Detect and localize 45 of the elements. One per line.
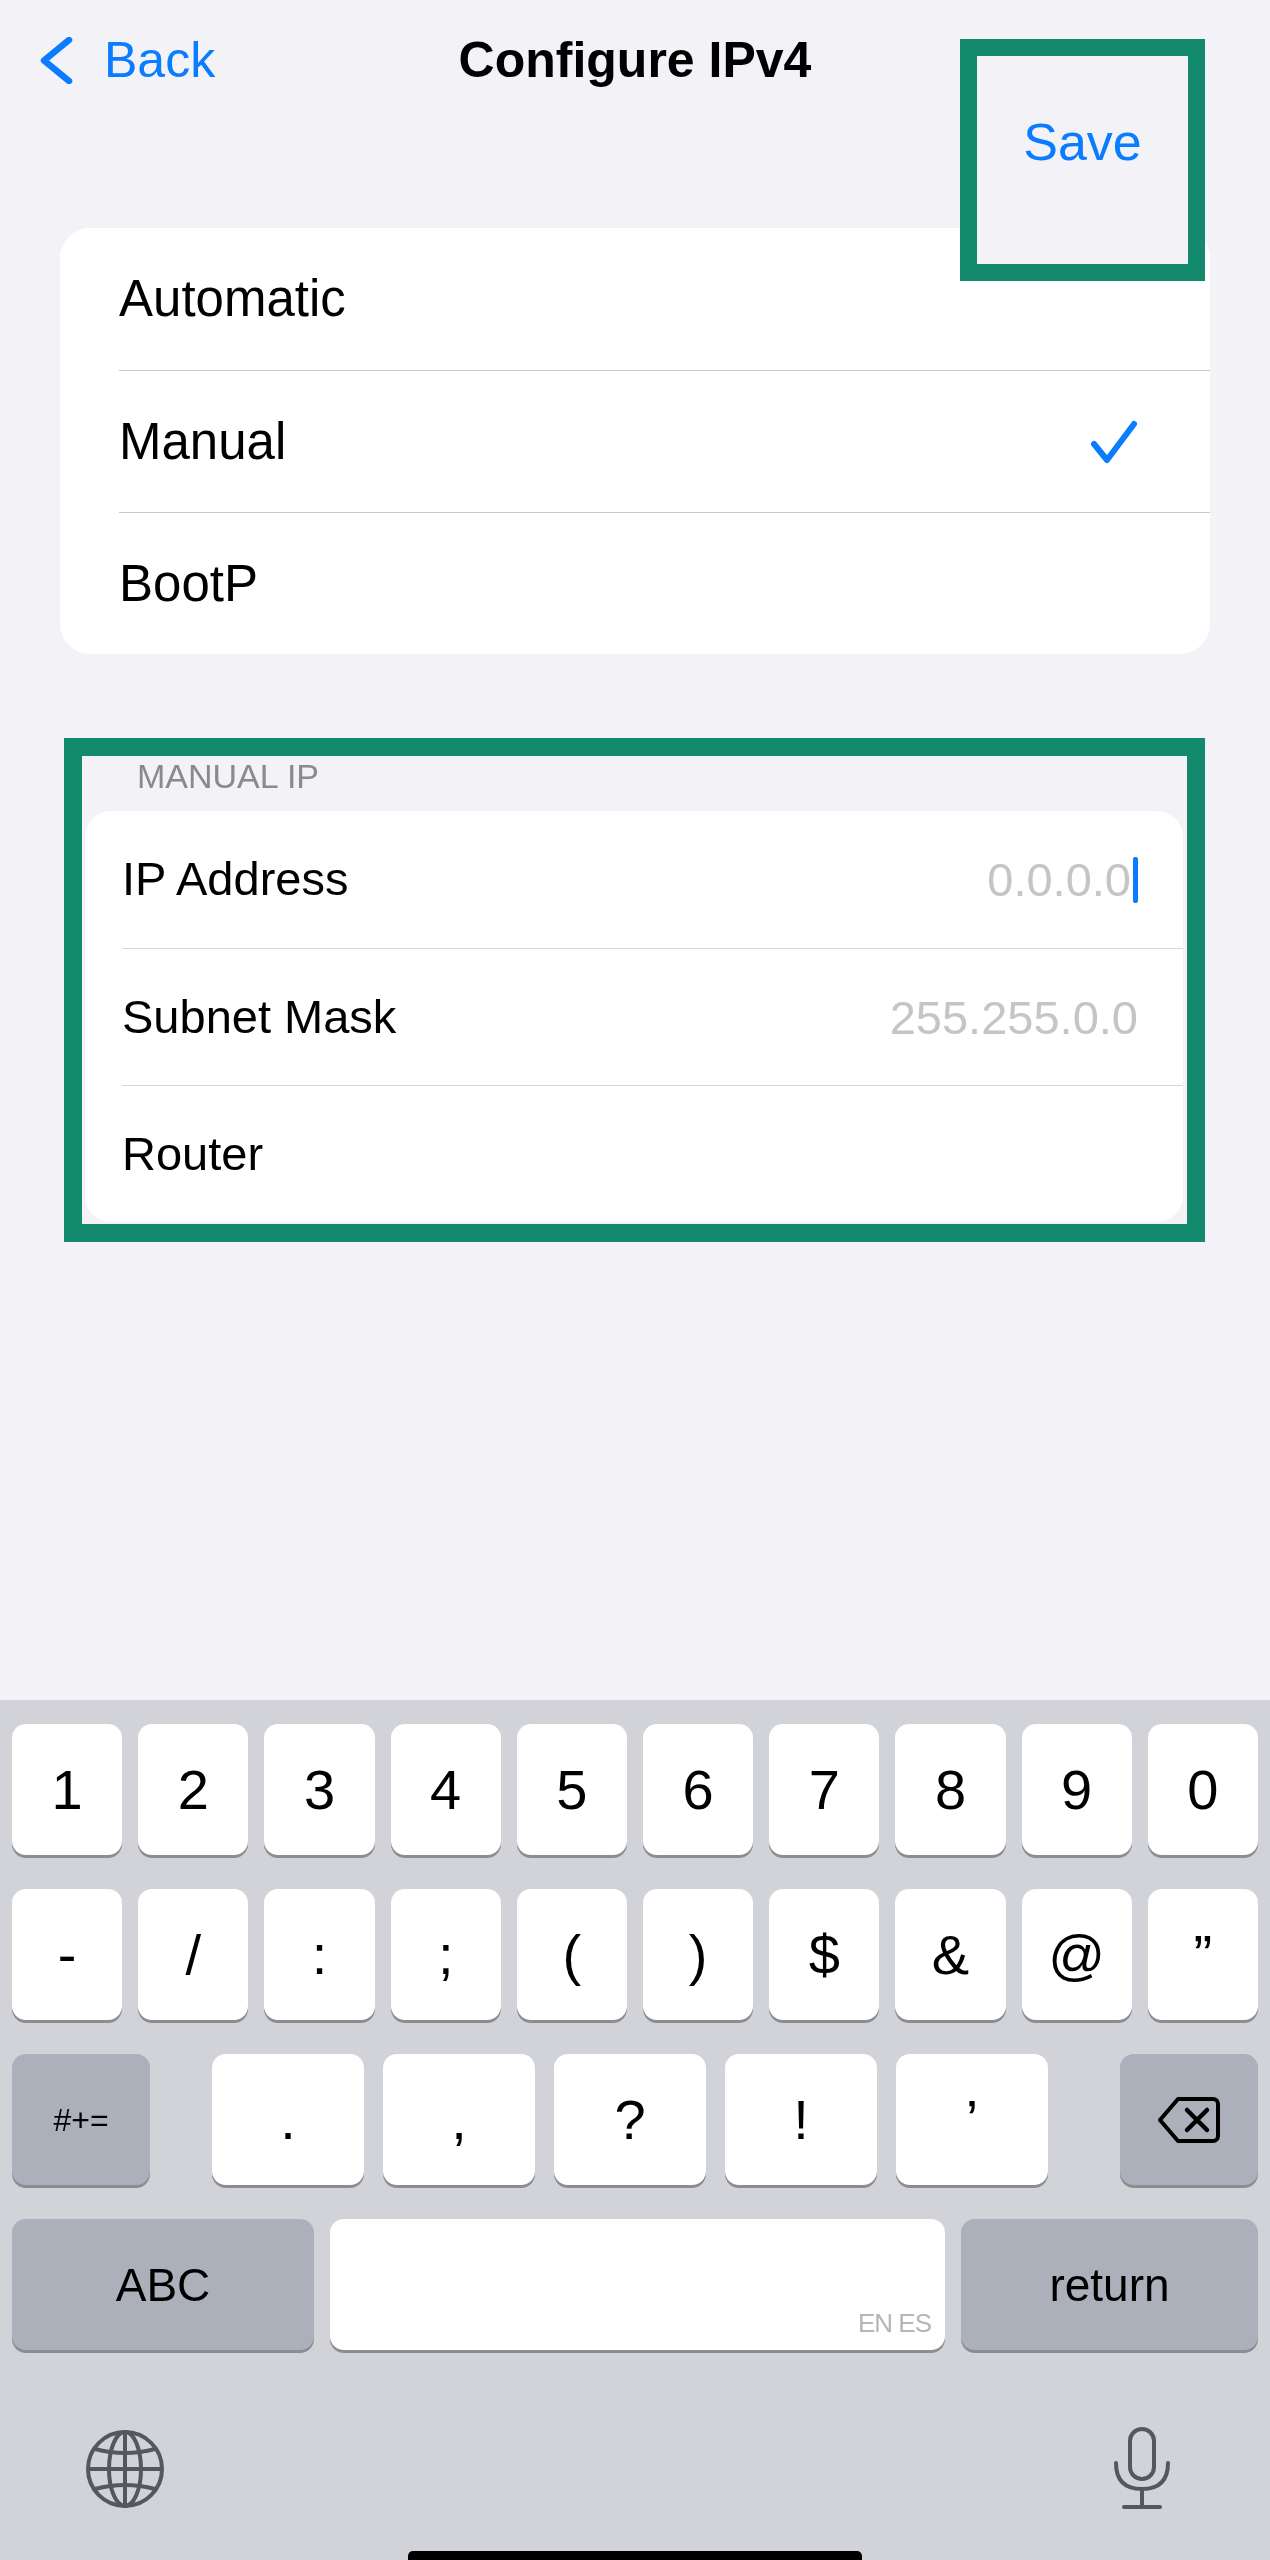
keyboard-key[interactable]: ? — [554, 2054, 706, 2185]
abc-key[interactable]: ABC — [12, 2219, 314, 2350]
keyboard-key[interactable]: ’ — [896, 2054, 1048, 2185]
screen-title: Configure IPv4 — [458, 31, 812, 90]
keyboard-key[interactable]: 8 — [895, 1724, 1006, 1855]
keyboard-key[interactable]: ! — [725, 2054, 877, 2185]
keyboard-key[interactable]: ( — [516, 1889, 627, 2020]
keyboard-key[interactable]: . — [212, 2054, 364, 2185]
back-chevron-icon — [39, 36, 73, 84]
return-key[interactable]: return — [961, 2219, 1258, 2350]
keyboard-key[interactable]: , — [383, 2054, 535, 2185]
keyboard-key[interactable]: ” — [1147, 1889, 1258, 2020]
keyboard-key[interactable]: 3 — [264, 1724, 375, 1855]
keyboard-key[interactable]: 7 — [769, 1724, 880, 1855]
keyboard-key[interactable]: 6 — [643, 1724, 754, 1855]
section-header: MANUAL IP — [136, 756, 320, 796]
keyboard-key[interactable]: ) — [643, 1889, 754, 2020]
text-field[interactable]: 255.255.0.0 — [618, 987, 1138, 1047]
field-label: Router — [122, 1125, 264, 1182]
keyboard-key[interactable]: $ — [769, 1889, 880, 2020]
delete-key[interactable] — [1120, 2054, 1258, 2185]
mode-option[interactable]: BootP — [119, 512, 1210, 654]
keyboard-key[interactable]: 0 — [1147, 1724, 1258, 1855]
save-button[interactable]: Save — [1019, 112, 1146, 174]
keyboard-key[interactable]: / — [138, 1889, 249, 2020]
keyboard-key[interactable]: @ — [1021, 1889, 1132, 2020]
keyboard-key[interactable]: - — [12, 1889, 123, 2020]
field-label: IP Address — [122, 851, 349, 908]
mode-option[interactable]: Automatic — [119, 228, 1210, 370]
globe-icon[interactable] — [85, 2428, 165, 2509]
keyboard-key[interactable]: 5 — [516, 1724, 627, 1855]
microphone-icon[interactable] — [1112, 2427, 1172, 2510]
keyboard-key[interactable]: 1 — [12, 1724, 123, 1855]
text-field[interactable]: 0.0.0.0 — [611, 849, 1131, 910]
keyboard-key[interactable]: 4 — [390, 1724, 501, 1855]
keyboard-key[interactable]: 9 — [1021, 1724, 1132, 1855]
symbols-key[interactable]: #+= — [12, 2054, 150, 2185]
keyboard-key[interactable]: 2 — [138, 1724, 249, 1855]
field-label: Subnet Mask — [122, 988, 397, 1045]
keyboard-key[interactable]: & — [895, 1889, 1006, 2020]
mode-option[interactable]: Manual — [119, 370, 1210, 512]
back-button[interactable]: Back — [39, 30, 216, 90]
keyboard-key[interactable]: ; — [390, 1889, 501, 2020]
keyboard-key[interactable]: : — [264, 1889, 375, 2020]
backspace-icon — [1157, 2095, 1221, 2144]
